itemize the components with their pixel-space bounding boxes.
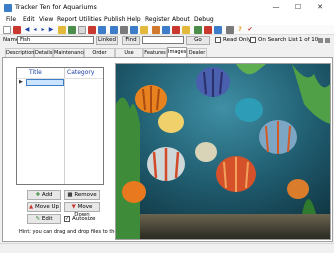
on-search-list-checkbox[interactable] xyxy=(250,37,256,43)
email-icon[interactable] xyxy=(130,26,138,34)
row-pointer-icon: ▶ xyxy=(19,79,23,85)
table-row-title-cell[interactable] xyxy=(26,79,64,86)
autosize-label: Autosize xyxy=(72,216,96,222)
name-field[interactable]: Fish xyxy=(17,36,94,44)
pdf-icon[interactable] xyxy=(204,26,212,34)
web-icon[interactable] xyxy=(162,26,170,34)
menu-edit[interactable]: Edit xyxy=(23,15,35,25)
read-only-checkbox[interactable] xyxy=(215,37,221,43)
arrow-up-icon: ▲ xyxy=(29,204,34,210)
grid-icon[interactable] xyxy=(68,26,76,34)
spreadsheet-icon[interactable] xyxy=(194,26,202,34)
delete-record-icon[interactable] xyxy=(13,26,21,34)
go-button[interactable]: Go xyxy=(186,36,210,45)
menu-utilities[interactable]: Utilities xyxy=(79,15,102,25)
tab-features[interactable]: Features xyxy=(143,48,167,57)
column-header-category[interactable]: Category xyxy=(67,69,94,76)
help-icon[interactable]: ? xyxy=(236,26,244,34)
tab-maintenance[interactable]: Maintenance xyxy=(53,48,86,57)
export-icon[interactable] xyxy=(140,26,148,34)
chart-icon[interactable] xyxy=(98,26,106,34)
lock-icon[interactable] xyxy=(182,26,190,34)
last-record-icon[interactable]: ▶ xyxy=(47,26,55,34)
scroll-left-icon[interactable] xyxy=(318,38,323,43)
record-bar: Name Fish Linked Find Go Read Only On Se… xyxy=(0,35,334,46)
tab-use-history[interactable]: Use History xyxy=(115,48,143,64)
maximize-button[interactable]: ☐ xyxy=(288,2,308,13)
tab-description[interactable]: Description xyxy=(5,48,34,57)
status-bar xyxy=(0,243,334,253)
menu-view[interactable]: View xyxy=(39,15,53,25)
search-field[interactable] xyxy=(142,36,184,44)
find-button[interactable]: Find xyxy=(122,36,140,45)
print-icon[interactable] xyxy=(120,26,128,34)
read-only-label: Read Only xyxy=(223,37,252,43)
folder-icon[interactable] xyxy=(58,26,66,34)
linked-button[interactable]: Linked xyxy=(96,36,118,45)
menu-debug[interactable]: Debug xyxy=(194,15,214,25)
add-button[interactable]: ✚ Add xyxy=(27,190,61,200)
edit-icon: ✎ xyxy=(35,216,41,222)
image-icon[interactable] xyxy=(152,26,160,34)
first-record-icon[interactable]: ◀ xyxy=(23,26,31,34)
remove-icon: ■ xyxy=(67,192,73,198)
menu-register[interactable]: Register xyxy=(145,15,170,25)
move-up-button[interactable]: ▲ Move Up xyxy=(27,202,61,212)
tab-dealer[interactable]: Dealer xyxy=(187,48,207,57)
menu-file[interactable]: File xyxy=(6,15,16,25)
filter-icon[interactable] xyxy=(78,26,86,34)
scroll-right-icon[interactable] xyxy=(325,38,330,43)
menu-bar: File Edit View Report Utilities Publish … xyxy=(0,15,334,25)
aquarium-fish-photo xyxy=(116,64,330,239)
image-preview-frame xyxy=(115,63,331,240)
app-icon xyxy=(4,4,12,12)
report-icon[interactable] xyxy=(88,26,96,34)
calendar-icon[interactable] xyxy=(172,26,180,34)
toolbar: ◀ ◂ ▸ ▶ ? ✔ xyxy=(0,25,334,35)
remove-button[interactable]: ■ Remove xyxy=(64,190,100,200)
column-divider xyxy=(64,68,65,184)
title-bar: Tracker Ten for Aquariums — ☐ ✕ xyxy=(0,0,334,15)
autosize-checkbox[interactable]: ✓ xyxy=(64,216,70,222)
arrow-down-icon: ▼ xyxy=(71,204,76,210)
edit-button[interactable]: ✎ Edit xyxy=(27,214,61,224)
menu-help[interactable]: Help xyxy=(127,15,141,25)
move-down-button[interactable]: ▼ Move Down xyxy=(64,202,100,218)
add-icon: ✚ xyxy=(35,192,41,198)
menu-report[interactable]: Report xyxy=(57,15,77,25)
save-icon[interactable] xyxy=(110,26,118,34)
new-record-icon[interactable] xyxy=(3,26,11,34)
previous-record-icon[interactable]: ◂ xyxy=(31,26,39,34)
check-icon[interactable]: ✔ xyxy=(246,26,254,34)
minimize-button[interactable]: — xyxy=(266,2,286,13)
column-header-title[interactable]: Title xyxy=(29,69,42,76)
menu-publish[interactable]: Publish xyxy=(104,15,125,25)
tab-images[interactable]: Images xyxy=(167,47,187,57)
word-icon[interactable] xyxy=(214,26,222,34)
on-search-list-label: On Search List xyxy=(258,37,298,43)
next-record-icon[interactable]: ▸ xyxy=(39,26,47,34)
tab-order-history[interactable]: Order History xyxy=(84,48,115,64)
window-title: Tracker Ten for Aquariums xyxy=(15,4,97,11)
tab-details[interactable]: Details xyxy=(34,48,53,57)
menu-about[interactable]: About xyxy=(172,15,190,25)
settings-icon[interactable] xyxy=(226,26,234,34)
record-position: 1 of 10 xyxy=(299,37,319,43)
drag-drop-hint: Hint: you can drag and drop files to the… xyxy=(19,229,129,235)
app-window: Tracker Ten for Aquariums — ☐ ✕ File Edi… xyxy=(0,0,334,253)
close-button[interactable]: ✕ xyxy=(310,2,330,13)
